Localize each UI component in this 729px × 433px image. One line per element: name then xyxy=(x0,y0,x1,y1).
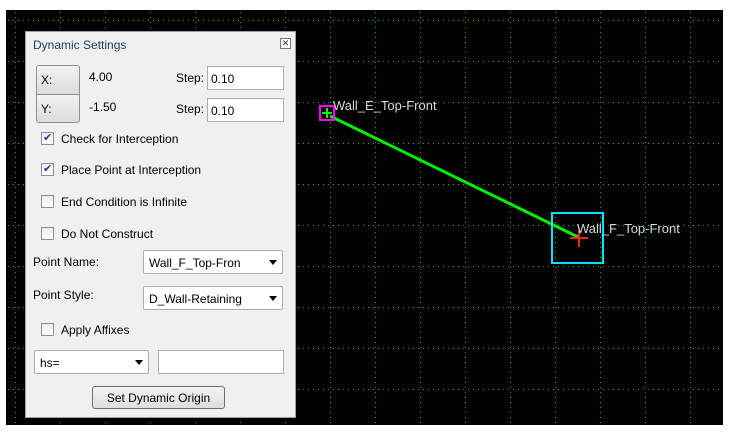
place-point-checkbox[interactable] xyxy=(41,162,54,176)
y-value: -1.50 xyxy=(89,100,117,114)
do-not-construct-checkbox[interactable] xyxy=(41,227,54,240)
dialog-titlebar[interactable]: Dynamic Settings ✕ xyxy=(26,32,295,56)
point-name-label: Point Name: xyxy=(33,255,100,269)
apply-affixes-label: Apply Affixes xyxy=(61,323,130,337)
affix-text-input[interactable] xyxy=(158,350,284,374)
x-value: 4.00 xyxy=(89,70,113,84)
do-not-construct-label: Do Not Construct xyxy=(61,227,154,241)
place-point-label: Place Point at Interception xyxy=(61,163,202,177)
apply-affixes-checkbox[interactable] xyxy=(41,323,54,336)
dynamic-settings-dialog: Dynamic Settings ✕ X: Y: 4.00 -1.50 Step… xyxy=(25,31,296,418)
check-for-interception-checkbox[interactable] xyxy=(41,131,54,145)
chevron-down-icon xyxy=(269,260,277,265)
chevron-down-icon xyxy=(269,296,277,301)
dialog-title: Dynamic Settings xyxy=(33,38,127,52)
step-label-x: Step: xyxy=(176,71,205,85)
set-dynamic-origin-button[interactable]: Set Dynamic Origin xyxy=(92,386,225,409)
x-button[interactable]: X: xyxy=(36,65,80,94)
x-button-label: X: xyxy=(41,73,53,87)
connection-line[interactable] xyxy=(329,114,579,239)
y-button[interactable]: Y: xyxy=(36,94,80,123)
y-button-label: Y: xyxy=(41,102,52,116)
point-style-combo[interactable]: D_Wall-Retaining xyxy=(143,286,283,310)
point-name-combo[interactable]: Wall_F_Top-Fron xyxy=(143,250,283,274)
end-condition-label: End Condition is Infinite xyxy=(61,195,188,209)
point-style-value: D_Wall-Retaining xyxy=(149,292,242,306)
step-label-y: Step: xyxy=(176,102,205,116)
affix-type-select[interactable]: hs= xyxy=(34,350,149,374)
affix-type-value: hs= xyxy=(40,356,60,370)
chevron-down-icon xyxy=(135,360,143,365)
point-style-label: Point Style: xyxy=(33,288,94,302)
check-for-interception-label: Check for Interception xyxy=(61,132,179,146)
point-e-label: Wall_E_Top-Front xyxy=(333,98,437,113)
step-x-input[interactable]: 0.10 xyxy=(207,66,284,90)
point-name-value: Wall_F_Top-Fron xyxy=(149,256,241,270)
step-y-input[interactable]: 0.10 xyxy=(207,98,284,122)
close-icon[interactable]: ✕ xyxy=(280,38,291,49)
end-condition-checkbox[interactable] xyxy=(41,195,54,208)
point-f-label: Wall_F_Top-Front xyxy=(577,221,680,236)
